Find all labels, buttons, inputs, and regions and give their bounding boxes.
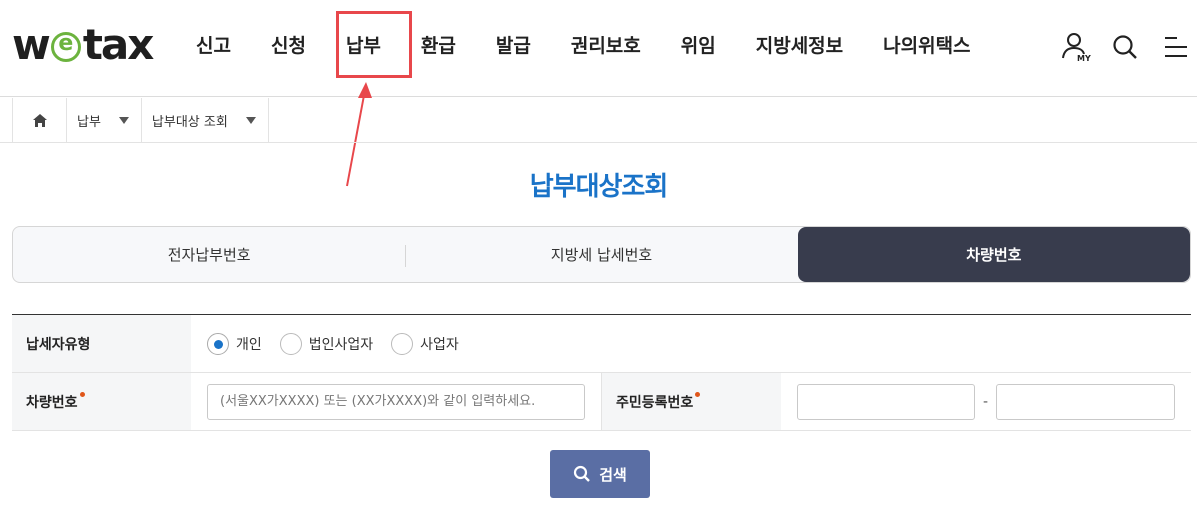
taxpayer-type-label: 납세자유형	[12, 315, 191, 372]
resident-number-first-input[interactable]	[797, 383, 975, 420]
search-icon	[574, 465, 591, 482]
search-form: 납세자유형 개인 법인사업자 사업자 차량번호 주민등록번호	[12, 314, 1191, 431]
search-button-label: 검색	[599, 466, 627, 484]
vehicle-number-cell	[191, 373, 601, 430]
nav-my-wetax[interactable]: 나의위택스	[863, 28, 990, 64]
nav-issue[interactable]: 발급	[476, 28, 551, 64]
nav-rights-protection[interactable]: 권리보호	[551, 28, 661, 64]
radio-business[interactable]: 사업자	[391, 332, 459, 355]
nav-report[interactable]: 신고	[176, 28, 251, 64]
main-navigation: 신고 신청 납부 환급 발급 권리보호 위임 지방세정보 나의위택스	[176, 28, 991, 64]
vehicle-number-header: 차량번호	[12, 373, 191, 430]
nav-apply[interactable]: 신청	[251, 28, 326, 64]
breadcrumb: 납부 납부대상 조회	[12, 98, 269, 142]
form-row-taxpayer-type: 납세자유형 개인 법인사업자 사업자	[12, 315, 1191, 373]
radio-individual-label: 개인	[236, 336, 262, 353]
page-title: 납부대상조회	[529, 172, 669, 202]
chevron-down-icon	[118, 116, 129, 124]
resident-number-dash: -	[983, 393, 989, 410]
site-header: w e tax 신고 신청 납부 환급 발급 권리보호 위임 지방세정보 나의위…	[0, 0, 1197, 97]
radio-business-circle[interactable]	[391, 332, 414, 355]
chevron-down-icon	[245, 116, 256, 124]
header-icons: MY	[1058, 30, 1197, 64]
search-button[interactable]: 검색	[550, 450, 650, 498]
resident-number-cell: -	[781, 373, 1176, 430]
nav-refund[interactable]: 환급	[401, 28, 476, 64]
breadcrumb-divider	[0, 142, 1197, 143]
breadcrumb-payment-inquiry[interactable]: 납부대상 조회	[142, 98, 269, 142]
vehicle-number-input[interactable]	[207, 383, 585, 420]
radio-corporate-business-label: 법인사업자	[308, 336, 374, 353]
tab-vehicle-number[interactable]: 차량번호	[797, 227, 1190, 282]
radio-corporate-business[interactable]: 법인사업자	[279, 332, 374, 355]
radio-individual[interactable]: 개인	[207, 332, 262, 355]
logo-e-circle: e	[50, 31, 81, 62]
menu-icon[interactable]	[1158, 30, 1192, 64]
user-icon[interactable]: MY	[1058, 30, 1092, 64]
radio-business-label: 사업자	[420, 336, 459, 353]
resident-number-label: 주민등록번호	[616, 394, 694, 411]
vehicle-number-label: 차량번호	[26, 394, 78, 411]
logo-prefix: w	[12, 19, 51, 69]
required-dot	[79, 392, 85, 397]
breadcrumb-pay[interactable]: 납부	[67, 98, 142, 142]
search-icon[interactable]	[1108, 30, 1142, 64]
home-icon[interactable]	[13, 98, 67, 142]
resident-number-second-input[interactable]	[996, 383, 1176, 420]
required-dot	[695, 392, 701, 397]
breadcrumb-pay-label: 납부	[77, 114, 101, 130]
form-row-vehicle: 차량번호 주민등록번호 -	[12, 373, 1191, 431]
wetax-logo[interactable]: w e tax	[12, 19, 155, 69]
radio-individual-circle[interactable]	[207, 332, 229, 355]
taxpayer-type-options: 개인 법인사업자 사업자	[191, 315, 477, 372]
nav-pay-highlight-box	[336, 11, 412, 78]
my-label: MY	[1077, 54, 1091, 63]
nav-local-tax-info[interactable]: 지방세정보	[736, 28, 863, 64]
tab-local-tax-number[interactable]: 지방세 납세번호	[405, 227, 797, 282]
tab-electronic-payment-number[interactable]: 전자납부번호	[13, 227, 405, 282]
breadcrumb-payment-inquiry-label: 납부대상 조회	[151, 114, 228, 130]
radio-corporate-business-circle[interactable]	[279, 332, 302, 355]
logo-e: e	[58, 31, 74, 56]
inquiry-tabs: 전자납부번호 지방세 납세번호 차량번호	[12, 226, 1191, 283]
nav-delegation[interactable]: 위임	[661, 28, 736, 64]
logo-suffix: tax	[82, 19, 155, 69]
resident-number-header: 주민등록번호	[601, 373, 781, 430]
